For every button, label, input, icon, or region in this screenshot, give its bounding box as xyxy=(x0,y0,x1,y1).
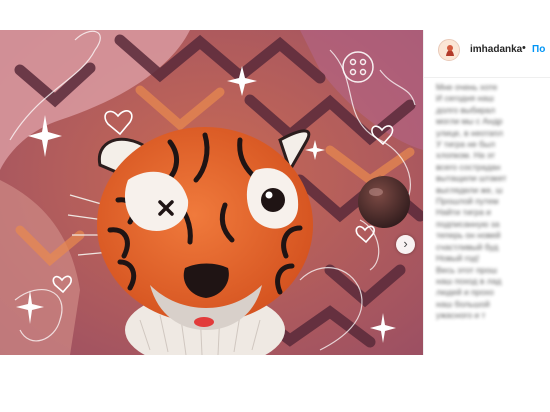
tiger-tongue xyxy=(194,317,214,327)
caption-line: ужасного и т xyxy=(436,310,486,321)
caption-line: Прошлой путем xyxy=(436,196,499,207)
caption-line: улице, в неотапл xyxy=(436,127,503,138)
caption-line: наш большой xyxy=(436,298,490,309)
post-image[interactable]: › xyxy=(0,30,423,355)
caption-line: теперь он новей xyxy=(436,230,501,241)
instagram-post: › imhadanka • По Мне очень хоте И сегодня… xyxy=(0,30,550,355)
avatar-image xyxy=(439,40,459,60)
caption-line: хлопком. На эт xyxy=(436,150,496,161)
post-sidebar: imhadanka • По Мне очень хоте И сегодня н… xyxy=(423,30,550,355)
caption-line: наш поход в лад xyxy=(436,275,502,286)
embroidered-tiger-illustration xyxy=(0,30,423,355)
caption-line: выглядели же, ш xyxy=(436,184,503,195)
username-link[interactable]: imhadanka xyxy=(470,44,522,55)
profile-avatar[interactable] xyxy=(438,39,460,61)
caption-line: счастливый буд xyxy=(436,241,499,252)
caption-line: Мне очень хоте xyxy=(436,82,498,92)
next-image-button[interactable]: › xyxy=(396,235,415,254)
chevron-right-icon: › xyxy=(403,236,408,251)
caption-line: И сегодня наш xyxy=(436,93,494,104)
post-header: imhadanka • По xyxy=(424,30,550,78)
caption-line: подписанную за xyxy=(436,218,500,229)
caption-line: Весь этот прош xyxy=(436,264,498,275)
follow-button[interactable]: По xyxy=(532,44,545,55)
caption-line: долго выбирал xyxy=(436,104,496,115)
caption-line: Новый год! xyxy=(436,253,480,264)
caption-line: Найти тигра и xyxy=(436,207,491,218)
tiger-button-eye xyxy=(261,188,285,212)
caption-line: людей и прохо xyxy=(436,287,494,298)
dark-bead xyxy=(358,176,410,228)
caption-line: всего сострадан xyxy=(436,161,501,172)
post-caption: Мне очень хоте И сегодня наш долго выбирал… xyxy=(436,82,550,352)
caption-line: могли мы с Андр xyxy=(436,116,503,127)
caption-line: вытащили штакет xyxy=(436,173,507,184)
caption-line: У тигра не был xyxy=(436,139,496,150)
separator-dot: • xyxy=(522,42,526,54)
